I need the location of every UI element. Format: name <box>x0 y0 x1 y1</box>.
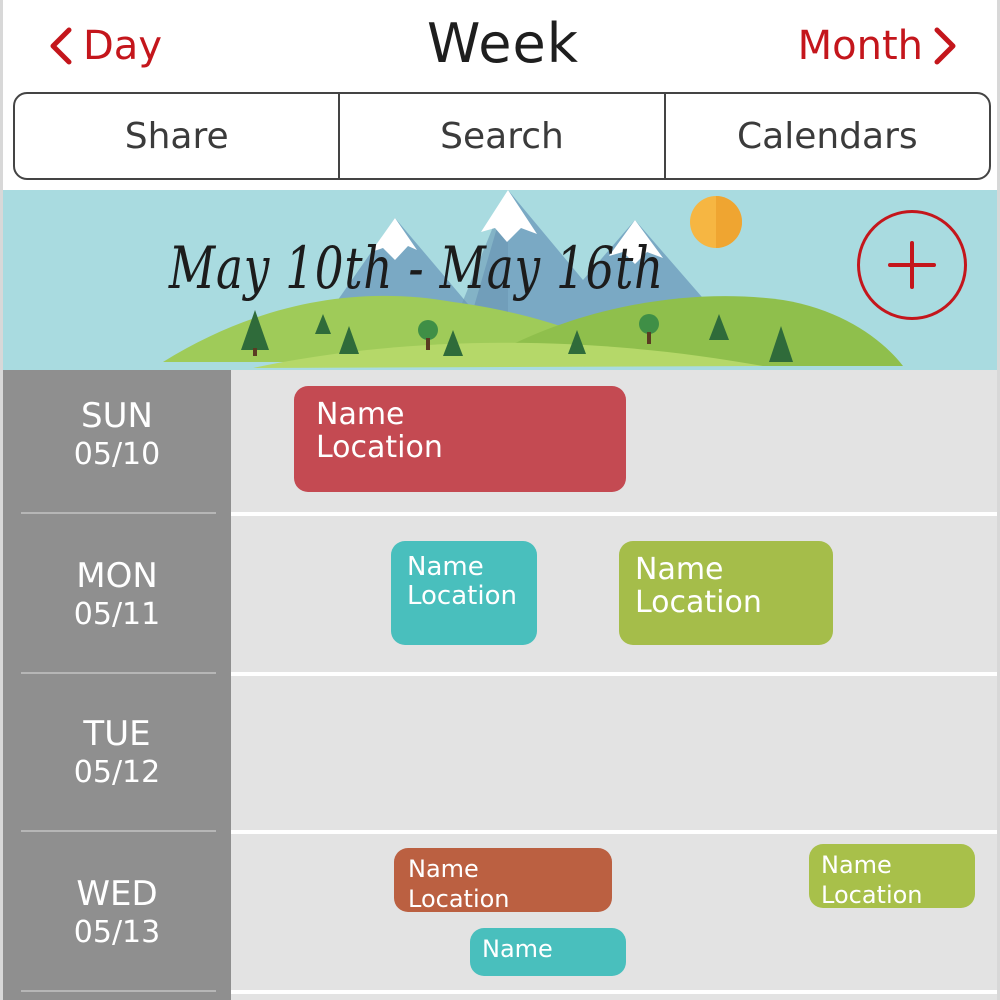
day-name: MON <box>76 556 158 596</box>
day-date: 05/12 <box>73 755 161 790</box>
event-card[interactable]: Name <box>470 928 626 976</box>
add-event-button[interactable] <box>857 210 967 320</box>
week-banner: May 10th - May 16th <box>3 190 997 370</box>
row-divider <box>231 672 997 676</box>
day-label-mon: MON 05/11 <box>3 556 231 634</box>
event-card[interactable]: Name Location <box>394 848 612 912</box>
day-label-sun: SUN 05/10 <box>3 396 231 474</box>
share-button[interactable]: Share <box>15 94 338 178</box>
day-divider <box>21 512 216 514</box>
event-location: Location <box>408 885 510 912</box>
calendar-app: Day Week Month Share Search Calendars Ma… <box>0 0 1000 1000</box>
event-location: Location <box>635 585 762 620</box>
event-name: Name <box>316 397 405 432</box>
row-divider <box>231 512 997 516</box>
event-name: Name <box>635 552 724 587</box>
day-name: SUN <box>81 396 153 436</box>
event-card[interactable]: Name Location <box>809 844 975 908</box>
event-card[interactable]: Name Location <box>294 386 626 492</box>
search-button[interactable]: Search <box>338 94 663 178</box>
day-column: SUN 05/10 MON 05/11 TUE 05/12 WED 05/13 <box>3 370 231 1000</box>
day-label-tue: TUE 05/12 <box>3 714 231 792</box>
week-grid: SUN 05/10 MON 05/11 TUE 05/12 WED 05/13 <box>3 370 997 1000</box>
row-divider <box>231 990 997 994</box>
event-card[interactable]: Name Location <box>391 541 537 645</box>
day-date: 05/13 <box>73 915 161 950</box>
event-location: Location <box>316 430 443 465</box>
week-range-title: May 10th - May 16th <box>168 234 664 302</box>
chevron-right-icon <box>934 27 956 65</box>
day-date: 05/11 <box>73 597 161 632</box>
event-name: Name <box>821 851 892 879</box>
event-location: Location <box>821 881 923 908</box>
day-label-wed: WED 05/13 <box>3 874 231 952</box>
event-name: Name <box>482 935 553 963</box>
event-card[interactable]: Name Location <box>619 541 833 645</box>
day-divider <box>21 990 216 992</box>
day-date: 05/10 <box>73 437 161 472</box>
day-name: TUE <box>83 714 151 754</box>
top-navigation: Day Week Month <box>3 0 997 92</box>
day-divider <box>21 672 216 674</box>
calendars-button[interactable]: Calendars <box>663 94 989 178</box>
segmented-control: Share Search Calendars <box>13 92 991 180</box>
plus-icon <box>888 241 936 289</box>
day-name: WED <box>76 874 158 914</box>
event-name: Name <box>407 552 484 582</box>
next-month-label: Month <box>797 23 923 69</box>
row-divider <box>231 830 997 834</box>
event-name: Name <box>408 855 479 883</box>
next-month-link[interactable]: Month <box>798 18 959 74</box>
day-divider <box>21 830 216 832</box>
event-location: Location <box>407 580 517 611</box>
